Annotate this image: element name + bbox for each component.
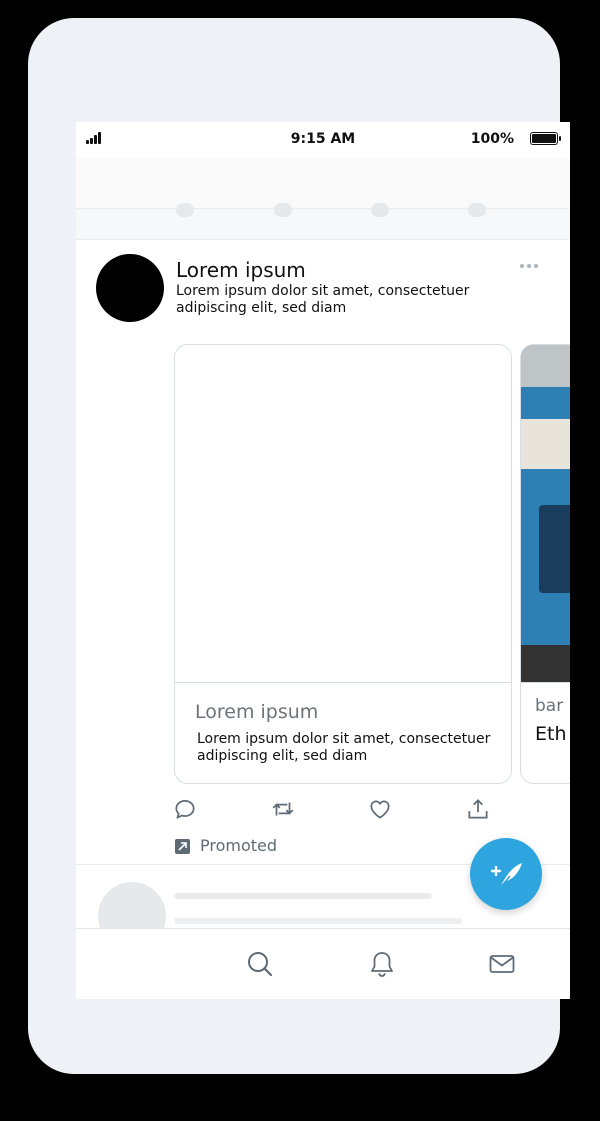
image-window [521, 419, 570, 469]
tweet-text: Lorem ipsum dolor sit amet, consectetuer… [176, 283, 470, 316]
compose-feather-icon [490, 863, 522, 889]
notifications-icon[interactable] [367, 949, 397, 979]
tab-indicator[interactable] [468, 203, 486, 217]
more-icon[interactable] [520, 258, 540, 272]
tab-indicator[interactable] [176, 203, 194, 217]
image-sky [521, 345, 570, 387]
like-icon[interactable] [367, 796, 393, 822]
messages-icon[interactable] [487, 949, 517, 979]
card-title: Eth cof [535, 723, 570, 745]
avatar[interactable] [96, 254, 164, 322]
tweet-author[interactable]: Lorem ipsum [176, 258, 306, 282]
retweet-icon[interactable] [270, 796, 296, 822]
card-domain: bar [535, 696, 564, 716]
battery-icon [530, 132, 561, 145]
carousel-card[interactable]: bar Eth cof [520, 344, 570, 784]
card-title: Lorem ipsum [195, 701, 319, 723]
phone-frame: 9:15 AM 100% Lorem ipsum Lorem ipsum dol… [28, 18, 570, 1074]
reply-icon[interactable] [172, 796, 198, 822]
compose-tweet-button[interactable] [470, 838, 542, 910]
card-description: Lorem ipsum dolor sit amet, consectetuer… [197, 731, 491, 764]
card-image [175, 345, 511, 683]
top-header [76, 158, 570, 210]
placeholder-line [174, 893, 432, 899]
share-icon[interactable] [465, 796, 491, 822]
card-image [521, 345, 570, 683]
promoted-icon [175, 839, 190, 854]
bottom-nav [76, 928, 570, 999]
tweet-actions [76, 796, 570, 826]
battery-percent: 100% [470, 131, 514, 147]
tab-row [76, 203, 570, 240]
battery-fill [532, 134, 556, 143]
promoted-label: Promoted [200, 836, 278, 855]
tab-indicator[interactable] [371, 203, 389, 217]
tab-indicator[interactable] [274, 203, 292, 217]
carousel-card[interactable]: Lorem ipsum Lorem ipsum dolor sit amet, … [174, 344, 512, 784]
image-menu-board [539, 505, 570, 593]
image-ground [521, 645, 570, 682]
placeholder-line [174, 918, 462, 924]
search-icon[interactable] [245, 949, 275, 979]
screen: 9:15 AM 100% Lorem ipsum Lorem ipsum dol… [76, 122, 570, 999]
status-bar: 9:15 AM 100% [76, 122, 570, 158]
